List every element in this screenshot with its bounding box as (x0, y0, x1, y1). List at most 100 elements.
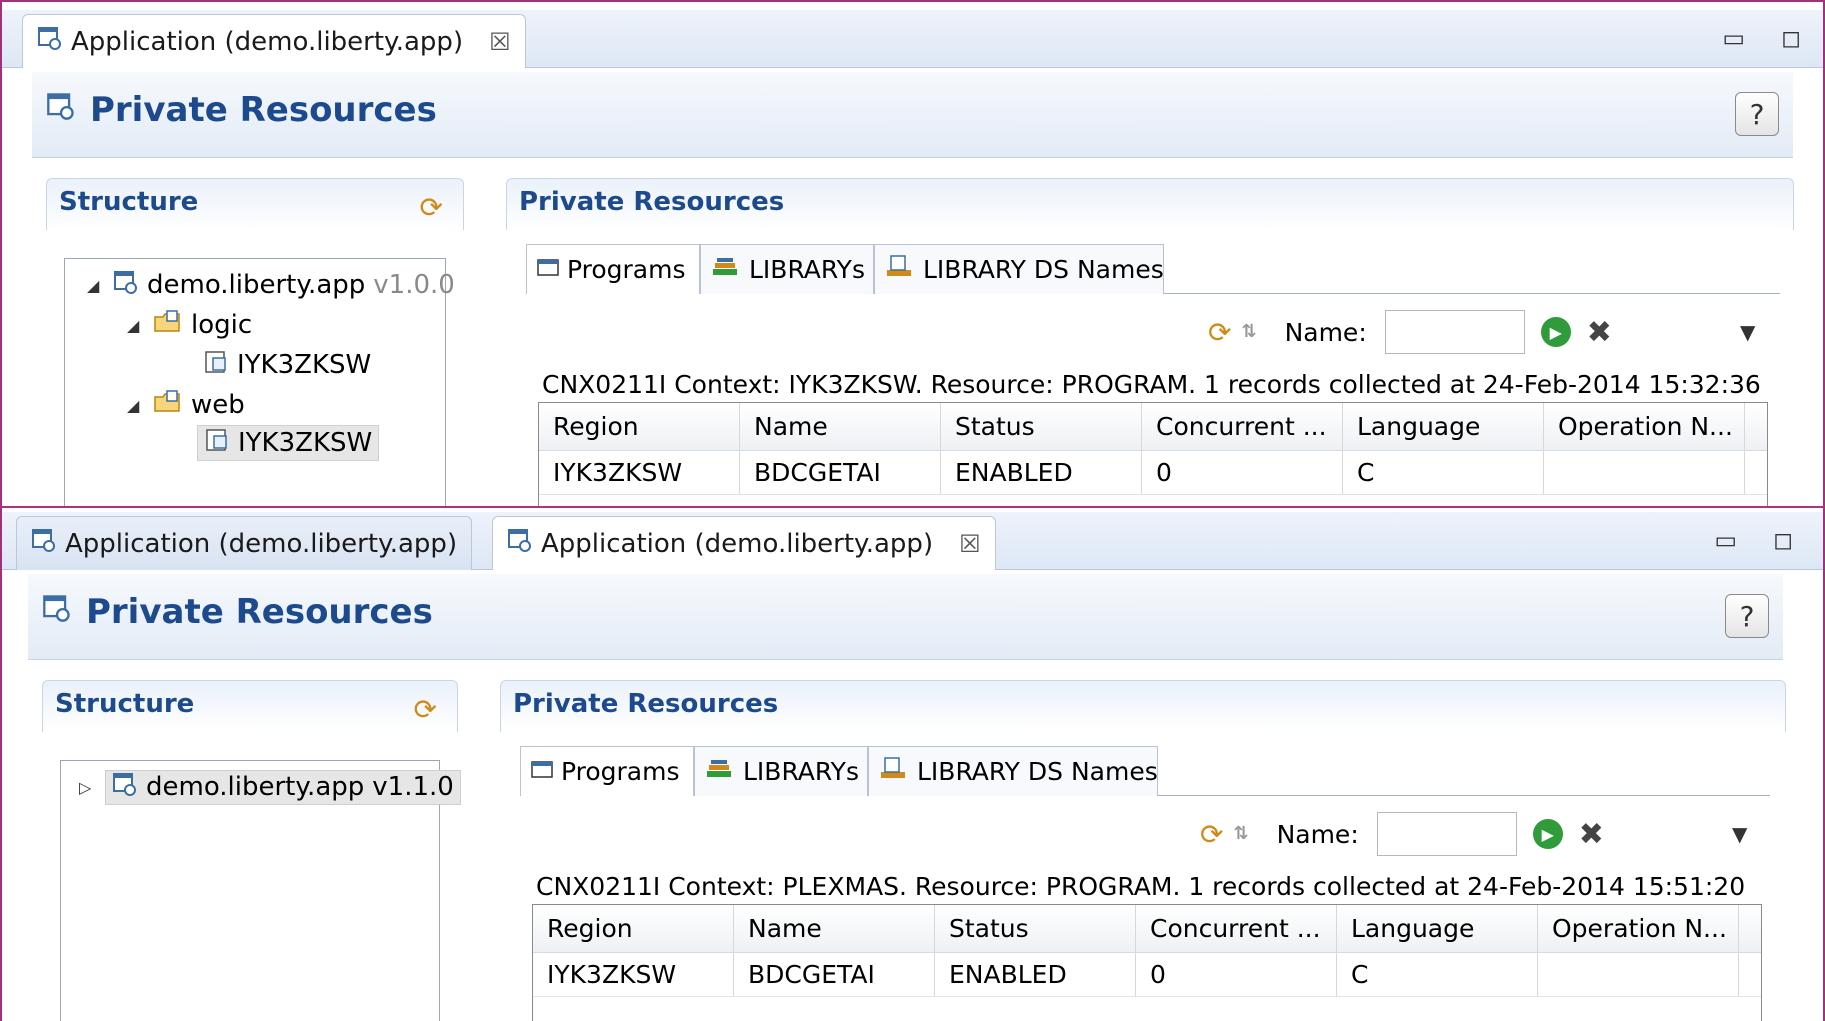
table-cell: BDCGETAI (740, 451, 941, 494)
minimize-icon[interactable]: ▭ (1722, 24, 1745, 52)
editor-tab-label: Application (demo.liberty.app) (65, 528, 458, 559)
refresh-icon[interactable]: ⟳ (1200, 818, 1223, 851)
status-message: CNX0211I Context: PLEXMAS. Resource: PRO… (536, 872, 1746, 901)
table-cell: ENABLED (935, 953, 1136, 996)
run-icon[interactable]: ▶ (1540, 317, 1571, 347)
library-ds-icon (885, 254, 915, 286)
editor-tab-application[interactable]: Application (demo.liberty.app) ☒ (22, 14, 526, 68)
status-message: CNX0211I Context: IYK3ZKSW. Resource: PR… (542, 370, 1761, 399)
clear-icon[interactable]: ✖ (1579, 817, 1604, 852)
tab-library-ds-names[interactable]: LIBRARY DS Names (868, 746, 1158, 796)
structure-tree[interactable]: ▷ demo.liberty.app v1.1.0 (60, 760, 461, 1021)
table-cell: 0 (1142, 451, 1343, 494)
expand-twisty-icon[interactable]: ◢ (127, 316, 145, 335)
help-button[interactable]: ? (1735, 92, 1779, 136)
column-header[interactable]: Operation N... (1538, 905, 1739, 952)
column-header[interactable]: Status (941, 403, 1142, 450)
region-icon (203, 349, 229, 382)
editor-tab-application-inactive[interactable]: Application (demo.liberty.app) (16, 516, 473, 570)
expand-twisty-icon[interactable]: ◢ (127, 396, 145, 415)
sort-icon[interactable]: ⇅ (1233, 825, 1248, 843)
tree-item-web[interactable]: ◢ web (127, 387, 245, 423)
column-header[interactable]: Name (740, 403, 941, 450)
column-header[interactable]: Concurrent ... (1136, 905, 1337, 952)
column-header[interactable]: Region (539, 403, 740, 450)
table-cell: 0 (1136, 953, 1337, 996)
close-icon[interactable]: ☒ (959, 530, 981, 558)
editor-tab-application[interactable]: Application (demo.liberty.app) ☒ (492, 516, 996, 570)
name-filter-input[interactable] (1376, 812, 1517, 856)
name-filter-label: Name: (1284, 317, 1367, 347)
column-header[interactable]: Region (533, 905, 734, 952)
table-header: Region Name Status Concurrent ... Langua… (533, 905, 1761, 953)
table-cell: C (1343, 451, 1544, 494)
tree-item-region-selected[interactable]: IYK3ZKSW (197, 425, 380, 461)
tree-item-label: demo.liberty.app (146, 772, 365, 802)
library-ds-icon (879, 756, 909, 788)
application-icon (46, 90, 76, 130)
tab-librarys[interactable]: LIBRARYs (694, 746, 868, 796)
tab-library-ds-names[interactable]: LIBRARY DS Names (874, 244, 1164, 294)
application-icon (31, 527, 57, 560)
column-header[interactable]: Language (1337, 905, 1538, 952)
refresh-icon[interactable]: ⟳ (1208, 316, 1231, 349)
table-cell: BDCGETAI (734, 953, 935, 996)
table-cell: IYK3ZKSW (533, 953, 734, 996)
column-header[interactable]: Concurrent ... (1142, 403, 1343, 450)
resources-section-header: Private Resources (506, 178, 1794, 230)
application-icon (42, 592, 72, 632)
maximize-icon[interactable]: ◻ (1773, 526, 1793, 554)
table-cell (1538, 953, 1739, 996)
expand-twisty-icon[interactable]: ◢ (87, 276, 105, 295)
minimize-icon[interactable]: ▭ (1714, 526, 1737, 554)
structure-tree[interactable]: ◢ demo.liberty.app v1.0.0 ◢ logic IYK3ZK… (64, 258, 455, 506)
structure-section-header: Structure ⟳ (46, 178, 464, 230)
table-row[interactable]: IYK3ZKSW BDCGETAI ENABLED 0 C (533, 953, 1761, 997)
tree-item-label: IYK3ZKSW (238, 428, 373, 458)
column-header[interactable]: Language (1343, 403, 1544, 450)
programs-table[interactable]: Region Name Status Concurrent ... Langua… (538, 402, 1768, 506)
name-filter-input[interactable] (1384, 310, 1525, 354)
tab-librarys[interactable]: LIBRARYs (700, 244, 874, 294)
resource-tabs: Programs LIBRARYs LIBRARY DS Names (526, 244, 1780, 294)
help-button[interactable]: ? (1725, 594, 1769, 638)
programs-icon (537, 255, 559, 284)
editor-tab-label: Application (demo.liberty.app) (71, 26, 464, 57)
resources-title: Private Resources (519, 187, 785, 217)
close-icon[interactable]: ☒ (489, 28, 511, 56)
tab-programs[interactable]: Programs (520, 746, 694, 796)
tree-item-logic[interactable]: ◢ logic (127, 307, 252, 343)
programs-table[interactable]: Region Name Status Concurrent ... Langua… (532, 904, 1762, 1021)
tree-item-selected[interactable]: demo.liberty.app v1.1.0 (105, 769, 461, 805)
sort-icon[interactable]: ⇅ (1241, 323, 1256, 341)
view-menu-chevron-icon[interactable]: ▼ (1732, 822, 1747, 846)
clear-icon[interactable]: ✖ (1587, 315, 1612, 350)
column-header[interactable]: Status (935, 905, 1136, 952)
resource-tabs: Programs LIBRARYs LIBRARY DS Names (520, 746, 1770, 796)
view-menu-chevron-icon[interactable]: ▼ (1740, 320, 1755, 344)
column-header[interactable]: Name (734, 905, 935, 952)
name-filter-label: Name: (1276, 819, 1359, 849)
refresh-icon[interactable]: ⟳ (414, 693, 437, 726)
library-icon (711, 255, 741, 285)
programs-icon (531, 757, 553, 786)
editor-tab-bar: Application (demo.liberty.app) ☒ ▭ ◻ (2, 10, 1823, 68)
column-header[interactable]: Operation N... (1544, 403, 1745, 450)
run-icon[interactable]: ▶ (1532, 819, 1563, 849)
editor-panel-bottom: Application (demo.liberty.app) Applicati… (0, 508, 1825, 1021)
editor-tab-label: Application (demo.liberty.app) (541, 528, 934, 559)
page-title: Private Resources (42, 592, 433, 632)
application-icon (37, 25, 63, 58)
tree-item-application[interactable]: ◢ demo.liberty.app v1.0.0 (87, 267, 455, 303)
resources-title: Private Resources (513, 689, 779, 719)
tree-item-region[interactable]: IYK3ZKSW (203, 347, 371, 383)
table-row[interactable]: IYK3ZKSW BDCGETAI ENABLED 0 C (539, 451, 1767, 495)
version-label: v1.0.0 (373, 270, 455, 300)
tree-item-application[interactable]: ▷ demo.liberty.app v1.1.0 (79, 769, 461, 805)
form-header: Private Resources ? (32, 72, 1793, 158)
tab-programs[interactable]: Programs (526, 244, 700, 294)
editor-tab-bar: Application (demo.liberty.app) Applicati… (2, 512, 1823, 570)
maximize-icon[interactable]: ◻ (1781, 24, 1801, 52)
refresh-icon[interactable]: ⟳ (420, 191, 443, 224)
collapsed-twisty-icon[interactable]: ▷ (79, 778, 97, 797)
